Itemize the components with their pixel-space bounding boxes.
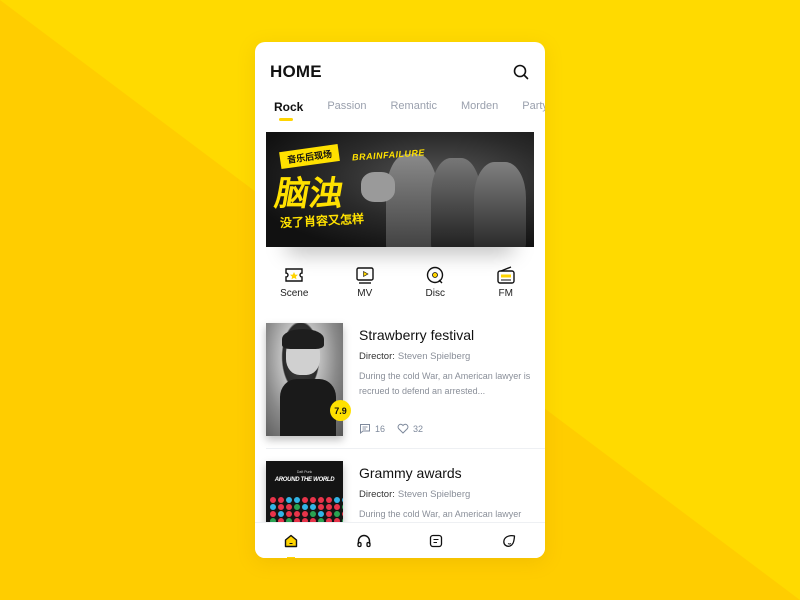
tab-party[interactable]: Party <box>522 100 545 122</box>
cover-hair <box>282 329 324 349</box>
cover-dot <box>318 511 324 517</box>
cover-dot <box>278 504 284 510</box>
tabbar-notes[interactable] <box>416 526 456 556</box>
tab-passion[interactable]: Passion <box>327 100 366 122</box>
tab-morden[interactable]: Morden <box>461 100 498 122</box>
cover-dot <box>270 504 276 510</box>
cover-dot <box>294 504 300 510</box>
home-icon <box>285 534 298 547</box>
profile-icon <box>502 534 515 547</box>
cover-dot <box>302 497 308 503</box>
quick-disc-label: Disc <box>425 288 445 299</box>
rating-badge: 7.9 <box>330 400 351 421</box>
director-label: Director: <box>359 351 395 362</box>
cover-dot <box>286 504 292 510</box>
banner-fist <box>361 172 395 202</box>
card-cover-image <box>266 323 343 436</box>
disc-icon <box>427 266 444 284</box>
radio-icon <box>497 266 515 284</box>
banner-person-3 <box>474 162 526 247</box>
quick-actions: Scene MV Disc FM <box>255 266 545 306</box>
heart-icon <box>397 423 409 434</box>
card-description: During the cold War, an American lawyer <box>359 509 522 519</box>
cover-dot <box>342 504 343 510</box>
cover-dot <box>310 504 316 510</box>
cover-dot <box>334 511 340 517</box>
cover-dot <box>286 511 292 517</box>
quick-disc[interactable]: Disc <box>405 266 465 306</box>
phone-screen: HOME Rock Passion Remantic Morden Party … <box>255 42 545 558</box>
cover-dot <box>302 504 308 510</box>
ticket-star-icon <box>285 268 303 282</box>
search-button[interactable] <box>512 63 530 81</box>
page-title: HOME <box>270 62 322 81</box>
list-item[interactable]: 7.9 Strawberry festival Director: Steven … <box>255 323 545 453</box>
list-divider <box>266 448 545 449</box>
quick-fm-label: FM <box>498 288 513 299</box>
cover-dot <box>326 511 332 517</box>
cover-dot <box>310 497 316 503</box>
cover-dot <box>302 511 308 517</box>
banner-title: 脑浊 <box>271 174 347 214</box>
comment-count: 16 <box>375 423 386 434</box>
like-button[interactable]: 32 <box>397 423 423 434</box>
cover-dot <box>326 497 332 503</box>
director-value: Steven Spielberg <box>397 351 471 362</box>
tabbar-home[interactable] <box>271 526 311 558</box>
cover-dot <box>342 497 343 503</box>
featured-banner[interactable]: 音乐后现场 BRAINFAILURE 脑浊 没了肖容又怎样 <box>266 132 534 247</box>
director-value: Steven Spielberg <box>397 489 471 500</box>
tab-rock[interactable]: Rock <box>274 100 303 122</box>
cover-dot <box>286 497 292 503</box>
cover-small-text: Daft Punk <box>296 470 313 474</box>
tab-remantic[interactable]: Remantic <box>390 100 436 122</box>
quick-mv-label: MV <box>357 288 373 299</box>
card-title[interactable]: Grammy awards <box>359 465 462 481</box>
search-icon <box>513 64 529 80</box>
cover-dot-grid <box>270 497 343 524</box>
cover-dot <box>334 497 340 503</box>
quick-scene[interactable]: Scene <box>264 266 324 306</box>
header: HOME <box>270 62 530 86</box>
cover-dot <box>294 497 300 503</box>
tabbar-music[interactable] <box>344 526 384 556</box>
comment-button[interactable]: 16 <box>359 423 385 434</box>
cover-dot <box>326 504 332 510</box>
cover-title-text: AROUND THE WORLD <box>274 477 335 483</box>
cover-dot <box>270 511 276 517</box>
cover-dot <box>310 511 316 517</box>
cover-dot <box>278 497 284 503</box>
quick-scene-label: Scene <box>280 288 309 299</box>
cover-dot <box>318 504 324 510</box>
card-director: Director: Steven Spielberg <box>359 489 470 500</box>
card-director: Director: Steven Spielberg <box>359 351 470 362</box>
director-label: Director: <box>359 489 395 500</box>
card-title[interactable]: Strawberry festival <box>359 327 474 343</box>
cover-dot <box>270 497 276 503</box>
play-screen-icon <box>356 267 374 284</box>
note-icon <box>430 534 443 547</box>
quick-fm[interactable]: FM <box>476 266 536 306</box>
cover-dot <box>294 511 300 517</box>
headphones-icon <box>357 534 371 547</box>
comment-icon <box>360 424 370 434</box>
tabbar-profile[interactable] <box>489 526 529 556</box>
cover-body <box>280 379 336 436</box>
cover-dot <box>278 511 284 517</box>
banner-subtitle: 没了肖容又怎样 <box>279 211 365 231</box>
cover-dot <box>334 504 340 510</box>
card-meta: 16 32 <box>359 423 435 434</box>
like-count: 32 <box>413 423 424 434</box>
quick-mv[interactable]: MV <box>335 266 395 306</box>
cover-dot <box>318 497 324 503</box>
bottom-tab-bar <box>255 522 545 558</box>
card-description: During the cold War, an American lawyer … <box>359 371 531 396</box>
category-tabs: Rock Passion Remantic Morden Party <box>274 100 545 122</box>
cover-dot <box>342 511 343 517</box>
